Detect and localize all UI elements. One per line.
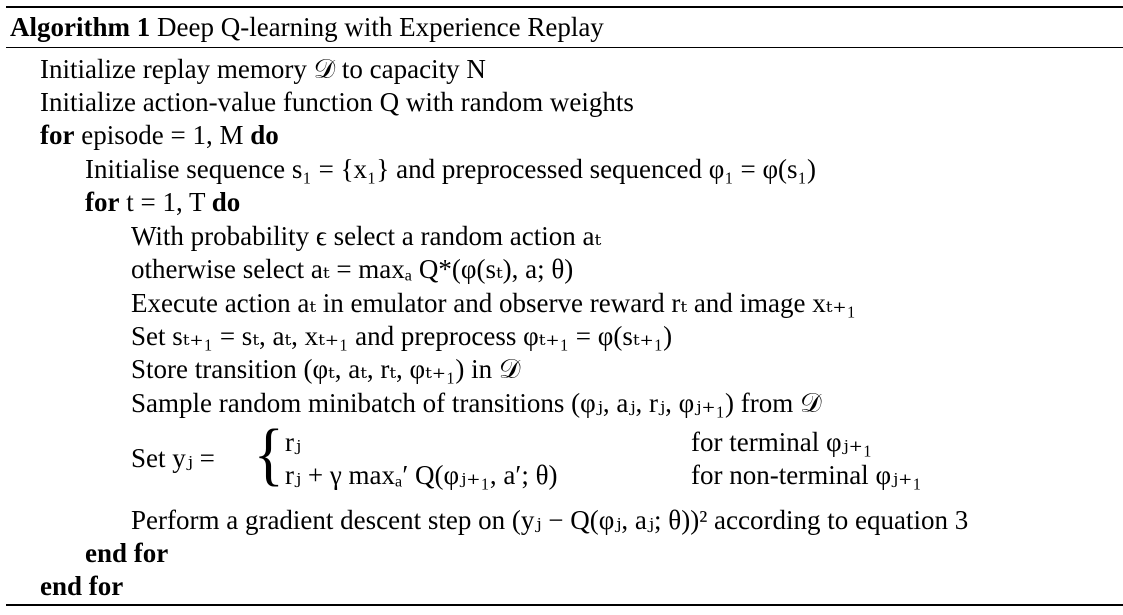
algorithm-label: Algorithm 1 — [10, 12, 151, 42]
case-terminal-cond: for terminal φⱼ₊₁ — [691, 427, 873, 457]
loop-range: episode = 1, M — [81, 120, 244, 150]
line-gradient-step: Perform a gradient descent step on (yⱼ −… — [131, 505, 969, 535]
case-nonterminal-cond: for non-terminal φⱼ₊₁ — [691, 460, 922, 490]
algorithm-title: Deep Q-learning with Experience Replay — [156, 12, 604, 42]
algorithm-caption: Algorithm 1 Deep Q-learning with Experie… — [10, 11, 604, 43]
loop-range: t = 1, T — [126, 187, 205, 217]
line-sample-minibatch: Sample random minibatch of transitions (… — [131, 388, 822, 418]
line-for-t: for t = 1, T do — [85, 186, 240, 218]
line-store-transition: Store transition (φₜ, aₜ, rₜ, φₜ₊₁) in 𝒟 — [131, 354, 521, 384]
caption-rule — [6, 47, 1123, 48]
line-init-sequence: Initialise sequence s₁ = {x₁} and prepro… — [85, 154, 816, 184]
top-rule — [6, 6, 1123, 8]
case-terminal-expr: rⱼ — [285, 427, 302, 457]
bottom-rule — [6, 604, 1123, 606]
keyword-do: do — [211, 187, 241, 217]
line-end-for-outer: end for — [40, 571, 124, 601]
line-epsilon-greedy: With probability ϵ select a random actio… — [131, 221, 602, 251]
target-lhs: Set yⱼ = — [131, 443, 215, 473]
cases-brace: { — [253, 416, 284, 493]
line-execute-action: Execute action aₜ in emulator and observ… — [131, 288, 857, 318]
keyword-do: do — [250, 120, 279, 150]
keyword-for: for — [40, 120, 75, 150]
line-init-q: Initialize action-value function Q with … — [40, 87, 634, 117]
line-greedy-select: otherwise select aₜ = maxₐ Q*(φ(sₜ), a; … — [131, 254, 574, 284]
line-end-for-inner: end for — [85, 538, 169, 568]
case-nonterminal-expr: rⱼ + γ maxₐ′ Q(φⱼ₊₁, a′; θ) — [285, 460, 558, 490]
keyword-for: for — [85, 187, 120, 217]
line-for-episode: for episode = 1, M do — [40, 119, 279, 151]
line-init-memory: Initialize replay memory 𝒟 to capacity N — [40, 54, 486, 84]
line-set-state: Set sₜ₊₁ = sₜ, aₜ, xₜ₊₁ and preprocess φ… — [131, 321, 673, 351]
